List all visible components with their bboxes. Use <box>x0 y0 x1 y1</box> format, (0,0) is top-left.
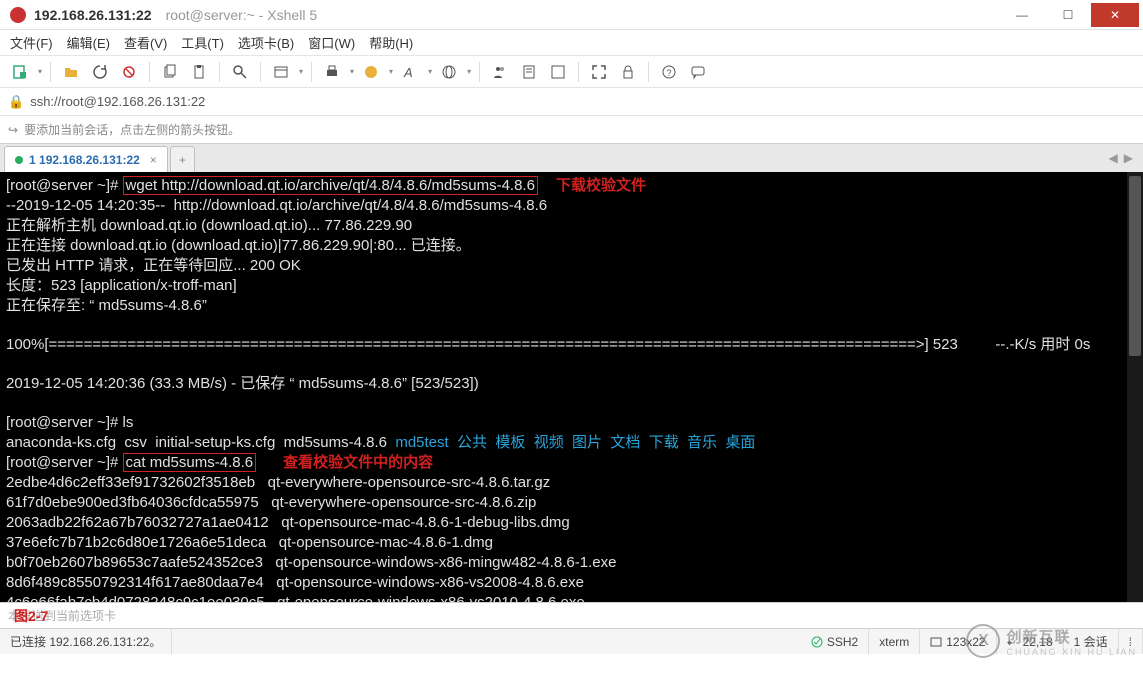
menu-edit[interactable]: 编辑(E) <box>67 33 110 52</box>
address-bar[interactable]: 🔒 ssh://root@192.168.26.131:22 <box>0 88 1143 116</box>
menu-tools[interactable]: 工具(T) <box>181 33 224 52</box>
help-button[interactable]: ? <box>657 60 681 84</box>
minimize-button[interactable]: — <box>999 3 1045 27</box>
print-button[interactable] <box>320 60 344 84</box>
find-button[interactable] <box>228 60 252 84</box>
session-hint-bar: ↪ 要添加当前会话，点击左侧的箭头按钮。 <box>0 116 1143 144</box>
tab-session-1[interactable]: 1 192.168.26.131:22 × <box>4 146 168 172</box>
fullscreen-button[interactable] <box>587 60 611 84</box>
title-subtitle: root@server:~ - Xshell 5 <box>166 7 318 23</box>
maximize-button[interactable]: ☐ <box>1045 3 1091 27</box>
title-bar: 192.168.26.131:22 root@server:~ - Xshell… <box>0 0 1143 30</box>
paste-button[interactable] <box>187 60 211 84</box>
title-ip: 192.168.26.131:22 <box>34 7 152 23</box>
status-term-type: xterm <box>869 629 920 654</box>
terminal-pane[interactable]: [root@server ~]# wget http://download.qt… <box>0 172 1143 602</box>
lock-icon: 🔒 <box>8 94 24 110</box>
tab-next-button[interactable]: ▶ <box>1124 151 1133 165</box>
log-button[interactable] <box>517 60 541 84</box>
menu-help[interactable]: 帮助(H) <box>369 33 413 52</box>
highlighted-command-2: cat md5sums-4.8.6 <box>123 453 257 472</box>
tab-close-icon[interactable]: × <box>150 153 157 167</box>
menu-bar: 文件(F) 编辑(E) 查看(V) 工具(T) 选项卡(B) 窗口(W) 帮助(… <box>0 30 1143 56</box>
reconnect-button[interactable] <box>88 60 112 84</box>
hint-text: 要添加当前会话，点击左侧的箭头按钮。 <box>24 121 240 138</box>
new-tab-button[interactable]: + <box>170 146 195 172</box>
feedback-button[interactable] <box>686 60 710 84</box>
menu-view[interactable]: 查看(V) <box>124 33 167 52</box>
status-protocol: SSH2 <box>801 629 869 654</box>
close-button[interactable]: ✕ <box>1091 3 1139 27</box>
status-dot-icon <box>15 156 23 164</box>
svg-text:?: ? <box>667 68 672 78</box>
watermark-logo-icon: X <box>966 624 1000 658</box>
new-session-button[interactable] <box>8 60 32 84</box>
color-button[interactable] <box>359 60 383 84</box>
copy-button[interactable] <box>158 60 182 84</box>
encoding-button[interactable] <box>437 60 461 84</box>
svg-text:A: A <box>403 65 413 80</box>
figure-number-overlay: 图2-7 <box>14 606 48 626</box>
menu-window[interactable]: 窗口(W) <box>308 33 355 52</box>
add-session-icon[interactable]: ↪ <box>8 123 18 137</box>
annotation-2: 查看校验文件中的内容 <box>283 454 433 471</box>
app-icon <box>10 7 26 23</box>
users-button[interactable] <box>488 60 512 84</box>
lock-button[interactable] <box>616 60 640 84</box>
address-text: ssh://root@192.168.26.131:22 <box>30 94 205 109</box>
menu-file[interactable]: 文件(F) <box>10 33 53 52</box>
terminal-scrollbar[interactable] <box>1127 172 1143 602</box>
watermark: X 创新互联 CHUANG XIN HU LIAN <box>966 624 1137 658</box>
tab-prev-button[interactable]: ◀ <box>1109 151 1118 165</box>
font-button[interactable]: A <box>398 60 422 84</box>
menu-tabs[interactable]: 选项卡(B) <box>238 33 294 52</box>
annotation-1: 下载校验文件 <box>556 177 646 194</box>
tab-strip: 1 192.168.26.131:22 × + ◀ ▶ <box>0 144 1143 172</box>
highlighted-command-1: wget http://download.qt.io/archive/qt/4.… <box>123 176 538 195</box>
toolbar: ▾ ▾ ▾ ▾ A▾ ▾ ? <box>0 56 1143 88</box>
properties-button[interactable] <box>269 60 293 84</box>
open-button[interactable] <box>59 60 83 84</box>
script-button[interactable] <box>546 60 570 84</box>
status-connection: 已连接 192.168.26.131:22。 <box>0 629 172 654</box>
disconnect-button[interactable] <box>117 60 141 84</box>
